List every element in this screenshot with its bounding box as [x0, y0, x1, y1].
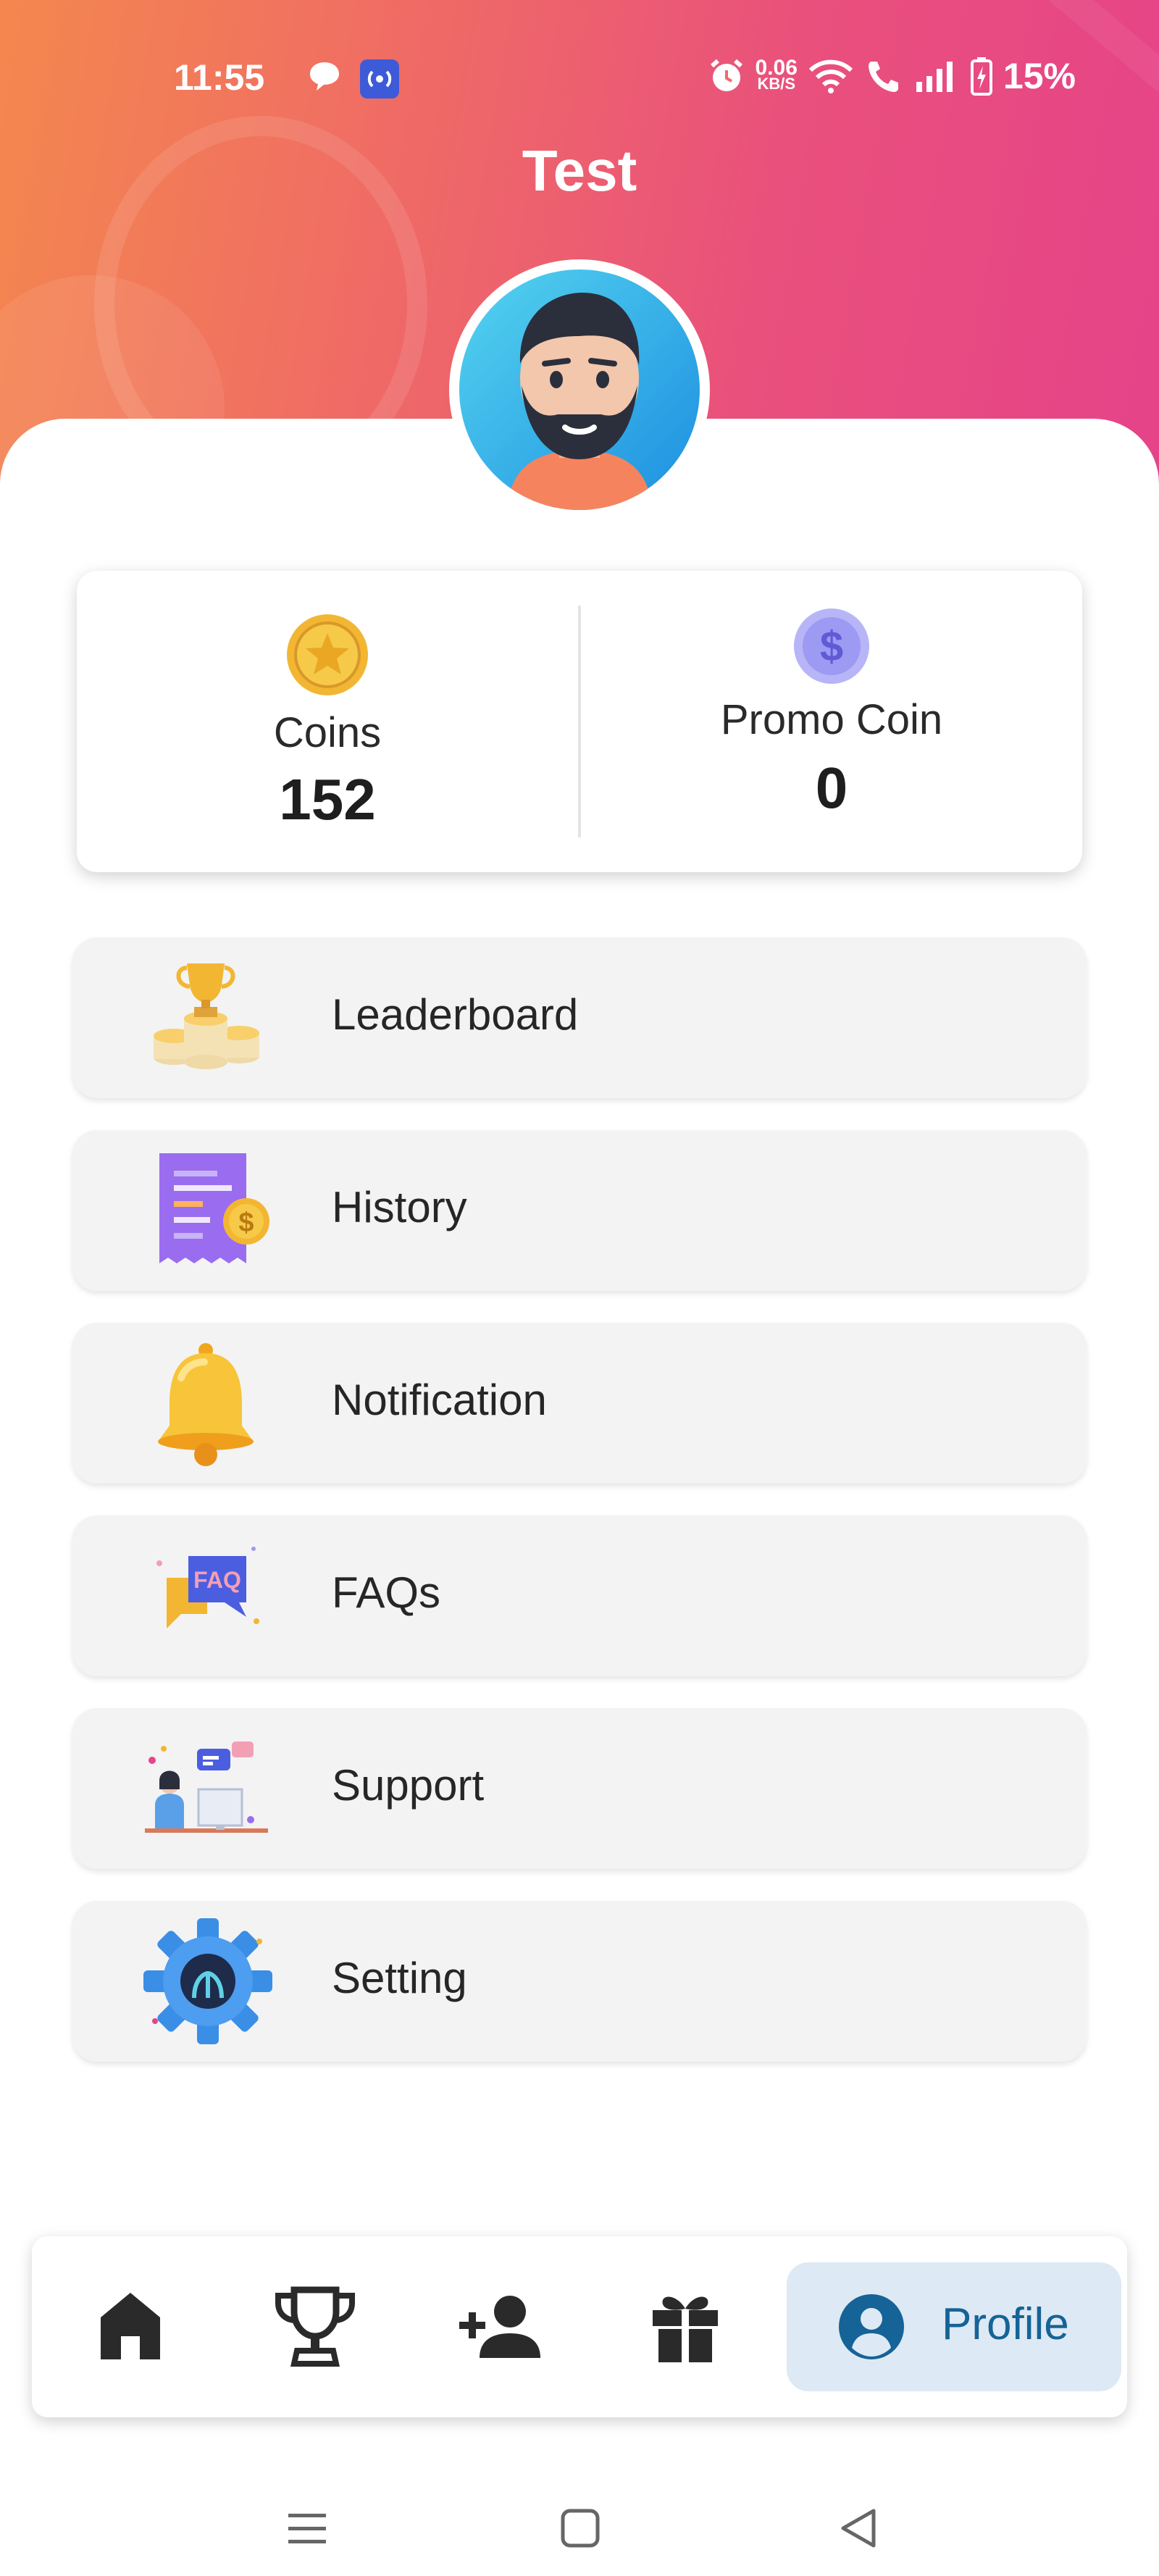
network-speed: 0.06 KB/S	[755, 56, 798, 93]
add-friend-icon[interactable]	[453, 2280, 548, 2374]
home-icon[interactable]	[83, 2280, 177, 2374]
faq-bubble-icon: FAQ	[156, 1547, 259, 1628]
menu-label-faqs: FAQs	[332, 1568, 441, 1617]
radio-signal-icon	[360, 59, 399, 99]
support-agent-icon	[145, 1741, 268, 1833]
menu-item-faqs[interactable]: FAQ FAQs	[72, 1515, 1087, 1676]
menu-label-leaderboard: Leaderboard	[332, 990, 579, 1039]
coins-value: 152	[279, 767, 376, 832]
coins-section: Coins 152	[77, 571, 578, 872]
menu-item-notification[interactable]: Notification	[72, 1323, 1087, 1484]
menu-label-notification: Notification	[332, 1376, 547, 1424]
menu-item-history[interactable]: $ History	[72, 1130, 1087, 1291]
trophy-icon[interactable]	[268, 2280, 362, 2374]
profile-tab-label: Profile	[942, 2299, 1069, 2349]
promo-coin-value: 0	[815, 756, 848, 820]
battery-percentage: 15%	[1003, 56, 1076, 96]
promo-coin-label: Promo Coin	[720, 696, 943, 743]
gear-icon	[143, 1918, 272, 2044]
menu-label-support: Support	[332, 1761, 485, 1810]
trophy-coins-icon	[154, 963, 259, 1069]
profile-tab[interactable]: Profile	[787, 2262, 1121, 2391]
page-title: Test	[522, 138, 637, 203]
coins-card: Coins 152 $ Promo Coin 0	[77, 571, 1082, 872]
status-bar: 11:55 0.06 KB/S 15%	[0, 51, 1159, 109]
coins-label: Coins	[273, 709, 382, 756]
promo-coin-section: $ Promo Coin 0	[581, 571, 1082, 872]
svg-text:$: $	[820, 623, 843, 670]
menu-label-setting: Setting	[332, 1954, 467, 2002]
bell-icon	[158, 1343, 254, 1466]
menu-item-setting[interactable]: Setting	[72, 1901, 1087, 2062]
back-icon[interactable]	[837, 2506, 881, 2550]
chat-bubble-icon	[310, 62, 339, 91]
cell-signal-icon	[916, 62, 953, 92]
profile-icon	[839, 2294, 904, 2359]
coin-icon	[287, 614, 368, 695]
wifi-icon	[808, 59, 853, 93]
receipt-icon: $	[159, 1153, 269, 1263]
avatar[interactable]	[449, 259, 710, 520]
header-decoration	[863, 0, 1159, 264]
svg-text:$: $	[238, 1208, 254, 1238]
status-time: 11:55	[174, 57, 265, 98]
menu-item-leaderboard[interactable]: Leaderboard	[72, 937, 1087, 1098]
svg-text:FAQ: FAQ	[193, 1567, 241, 1593]
menu-item-support[interactable]: Support	[72, 1708, 1087, 1869]
battery-icon	[970, 57, 992, 96]
wifi-call-icon	[868, 62, 898, 92]
bottom-navigation: Profile	[32, 2236, 1127, 2417]
system-navigation-bar	[0, 2441, 1159, 2576]
alarm-icon	[710, 59, 742, 91]
gift-icon[interactable]	[638, 2280, 732, 2374]
recent-apps-icon[interactable]	[285, 2506, 329, 2550]
promo-coin-icon: $	[794, 609, 869, 684]
menu-label-history: History	[332, 1183, 467, 1231]
avatar-illustration	[459, 269, 700, 510]
home-button-icon[interactable]	[560, 2508, 601, 2548]
